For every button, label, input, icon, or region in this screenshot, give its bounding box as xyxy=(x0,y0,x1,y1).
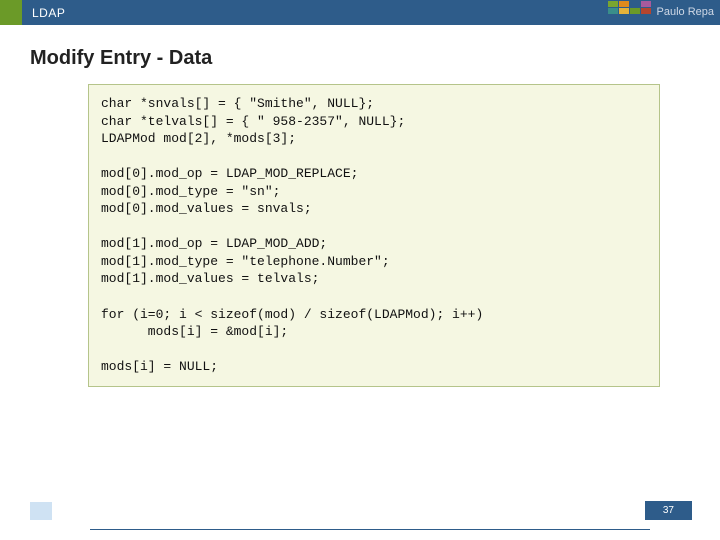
slide-number: 37 xyxy=(645,501,692,520)
palette-swatch xyxy=(630,1,640,7)
palette-swatch xyxy=(608,8,618,14)
palette-swatch xyxy=(641,8,651,14)
slide-footer: 37 xyxy=(645,501,692,520)
slide-title: Modify Entry - Data xyxy=(30,47,720,70)
palette-swatch xyxy=(630,8,640,14)
author-name: Paulo Repa xyxy=(657,0,715,25)
slide-header: LDAP Paulo Repa xyxy=(0,0,720,25)
code-block: char *snvals[] = { "Smithe", NULL}; char… xyxy=(88,84,660,387)
color-palette xyxy=(608,1,651,14)
header-right: Paulo Repa xyxy=(608,0,720,25)
palette-swatch xyxy=(641,1,651,7)
header-accent-block xyxy=(0,0,22,25)
palette-swatch xyxy=(608,1,618,7)
footer-divider xyxy=(90,529,650,531)
palette-swatch xyxy=(619,1,629,7)
header-title: LDAP xyxy=(32,6,65,20)
palette-swatch xyxy=(619,8,629,14)
footer-accent-block xyxy=(30,502,52,520)
